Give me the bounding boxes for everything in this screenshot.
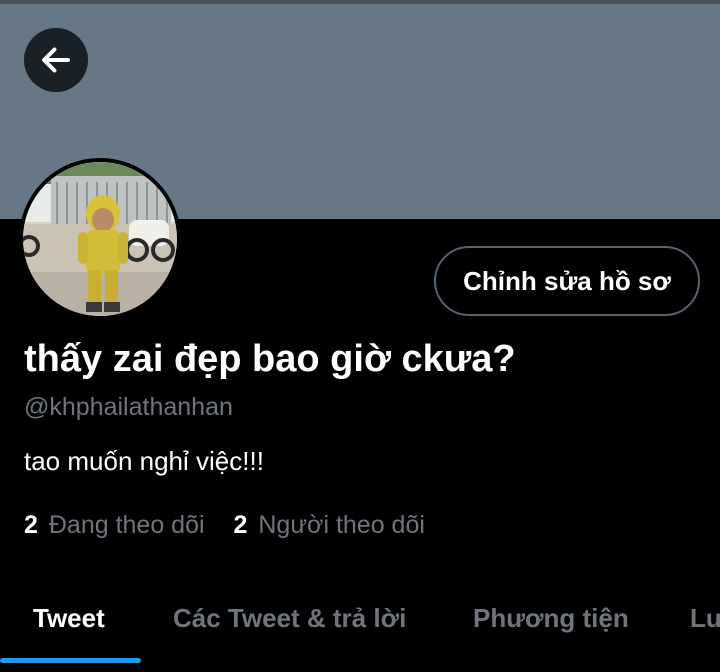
tab-likes[interactable]: Lư xyxy=(690,572,720,664)
bio: tao muốn nghỉ việc!!! xyxy=(24,446,264,476)
followers-label: Người theo dõi xyxy=(258,511,425,539)
avatar[interactable] xyxy=(19,158,181,320)
followers-link[interactable]: 2 Người theo dõi xyxy=(234,511,425,540)
user-handle: @khphailathanhan xyxy=(24,393,233,421)
tabs-bottom-border xyxy=(0,664,720,672)
active-tab-indicator xyxy=(0,658,141,663)
back-button[interactable] xyxy=(24,28,88,92)
profile-tabs: Tweet Các Tweet & trả lời Phương tiện Lư xyxy=(0,572,720,664)
follow-stats: 2 Đang theo dõi 2 Người theo dõi xyxy=(24,511,447,540)
edit-profile-button[interactable]: Chỉnh sửa hồ sơ xyxy=(434,246,700,316)
display-name: thấy zai đẹp bao giờ ckưa? xyxy=(24,338,516,380)
profile-photo xyxy=(23,162,177,316)
arrow-left-icon xyxy=(42,47,70,73)
tab-media[interactable]: Phương tiện xyxy=(473,572,629,664)
tab-tweets[interactable]: Tweet xyxy=(33,572,105,664)
following-link[interactable]: 2 Đang theo dõi xyxy=(24,511,205,540)
following-count: 2 xyxy=(24,511,38,539)
tab-tweets-and-replies[interactable]: Các Tweet & trả lời xyxy=(173,572,406,664)
following-label: Đang theo dõi xyxy=(48,511,205,539)
followers-count: 2 xyxy=(233,511,248,539)
